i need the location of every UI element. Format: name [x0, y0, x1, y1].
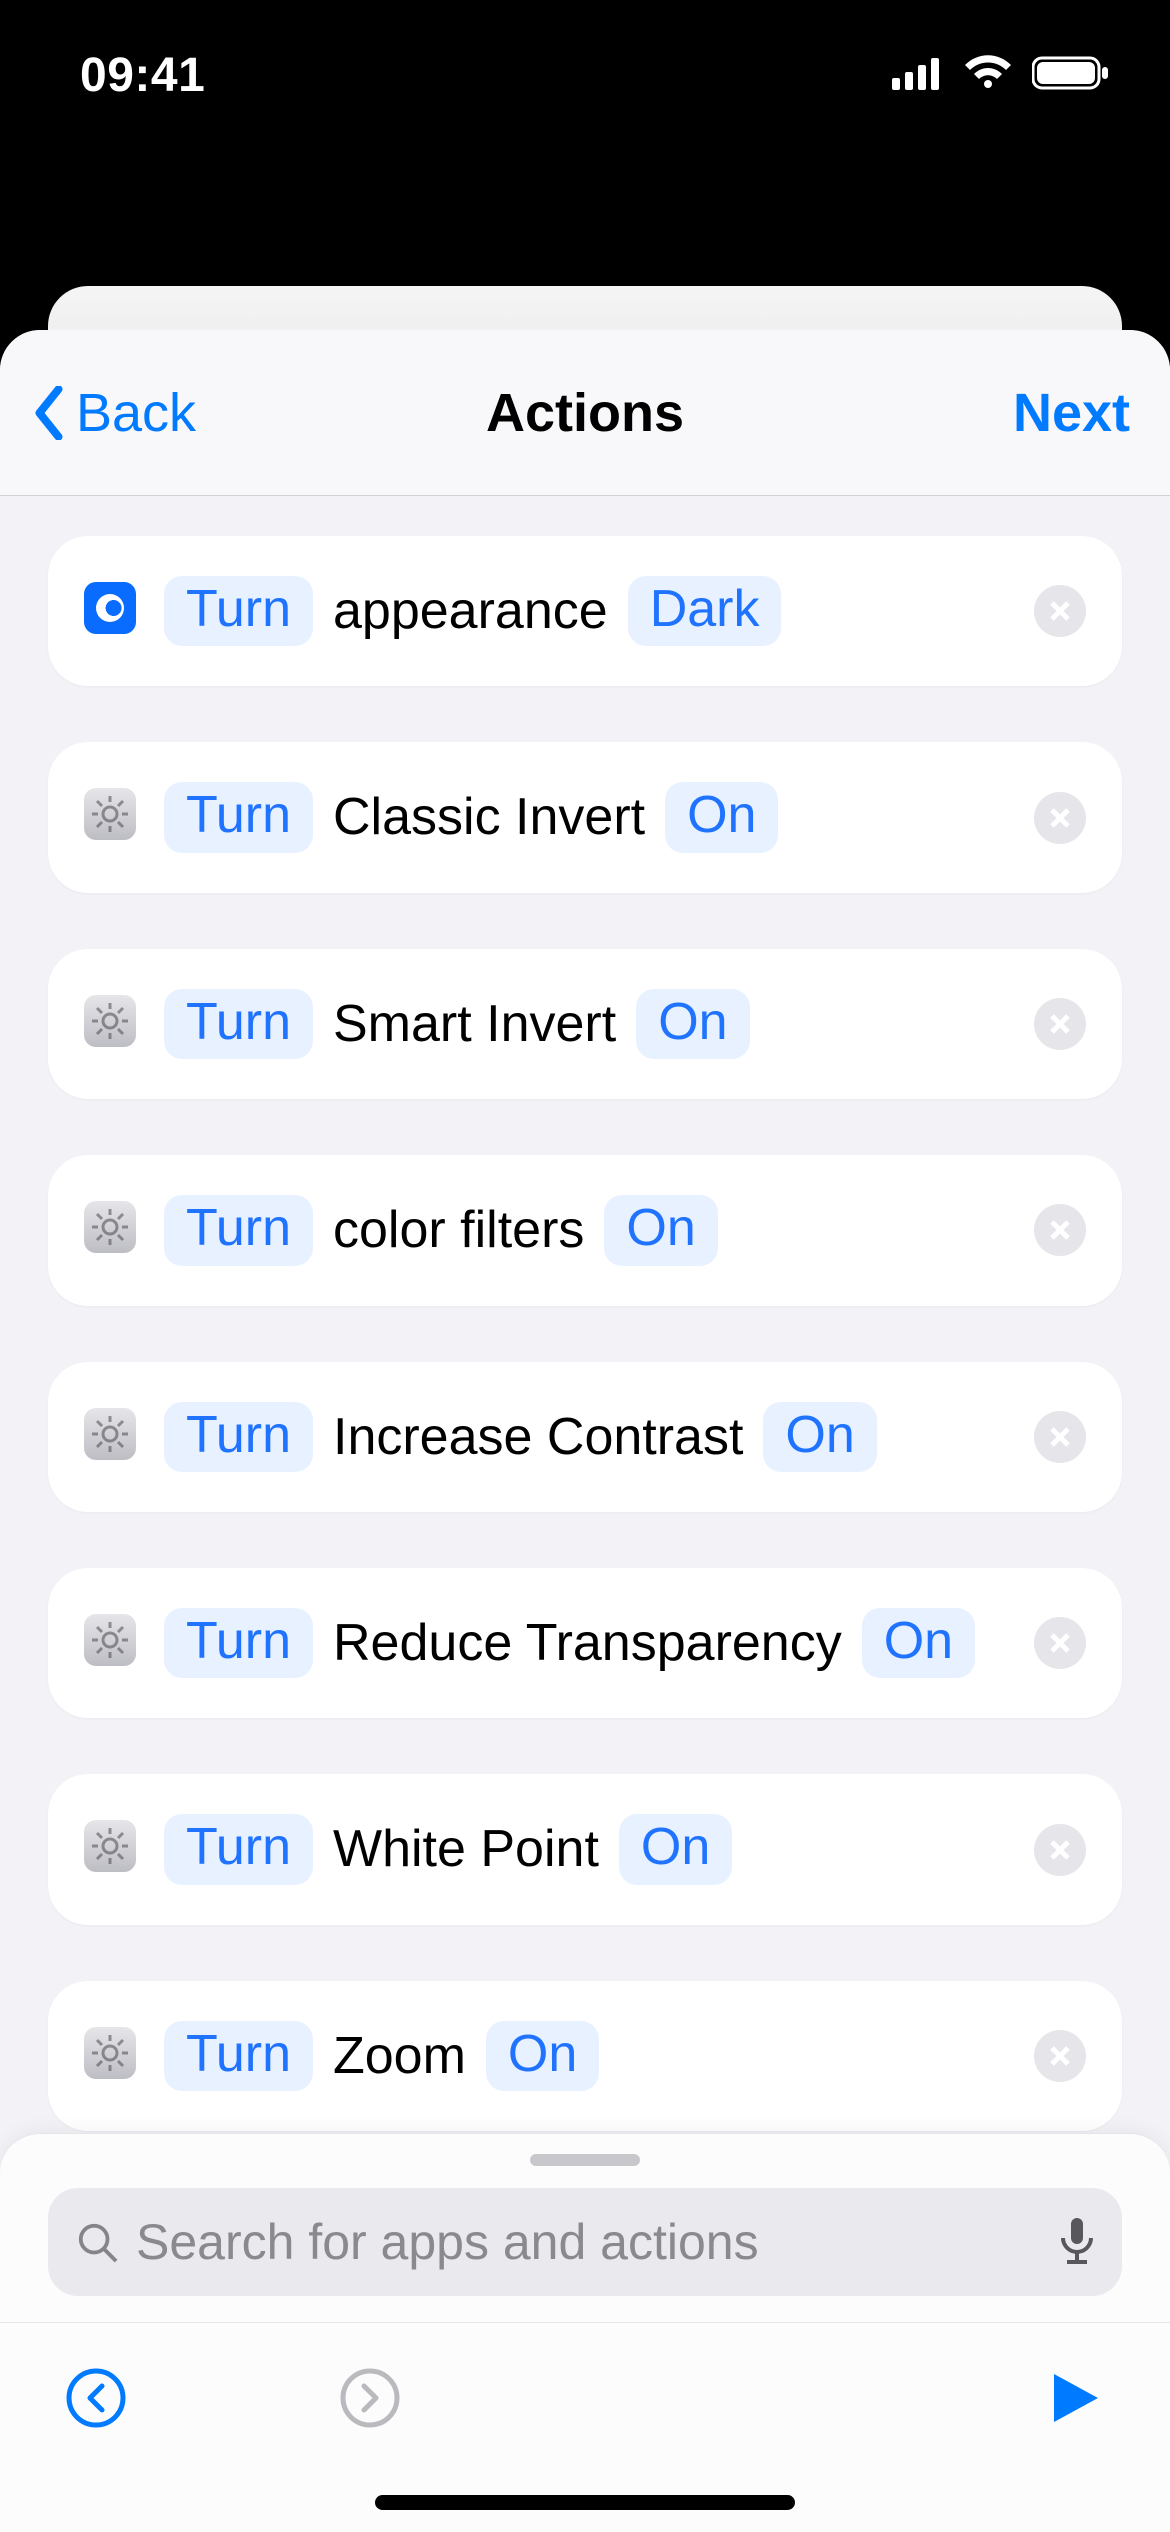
action-state-pill[interactable]: On	[665, 782, 778, 852]
next-label: Next	[1013, 382, 1130, 444]
delete-action-button[interactable]	[1034, 1824, 1086, 1876]
page-title: Actions	[486, 382, 684, 444]
delete-action-button[interactable]	[1034, 1617, 1086, 1669]
back-button[interactable]: Back	[30, 330, 196, 495]
action-verb-pill[interactable]: Turn	[164, 1608, 313, 1678]
delete-action-button[interactable]	[1034, 1411, 1086, 1463]
action-card[interactable]: Turn appearance Dark	[48, 536, 1122, 686]
action-tokens: Turn White Point On	[164, 1814, 1086, 1884]
settings-icon	[84, 1201, 136, 1253]
action-state-pill[interactable]: Dark	[628, 576, 782, 646]
toolbar	[0, 2322, 1170, 2472]
action-state-pill[interactable]: On	[636, 989, 749, 1059]
undo-icon	[65, 2367, 127, 2429]
action-verb-pill[interactable]: Turn	[164, 576, 313, 646]
nav-bar: Back Actions Next	[0, 330, 1170, 496]
action-subject: color filters	[333, 1199, 584, 1261]
search-input[interactable]	[136, 2213, 1042, 2271]
action-tokens: Turn appearance Dark	[164, 576, 1086, 646]
action-verb-pill[interactable]: Turn	[164, 989, 313, 1059]
delete-action-button[interactable]	[1034, 585, 1086, 637]
action-tokens: Turn color filters On	[164, 1195, 1086, 1265]
settings-icon	[84, 1614, 136, 1666]
settings-icon	[84, 995, 136, 1047]
delete-action-button[interactable]	[1034, 2030, 1086, 2082]
status-bar: 09:41	[0, 0, 1170, 150]
redo-icon	[339, 2367, 401, 2429]
action-verb-pill[interactable]: Turn	[164, 1402, 313, 1472]
action-tokens: Turn Increase Contrast On	[164, 1402, 1086, 1472]
search-field[interactable]	[48, 2188, 1122, 2296]
next-button[interactable]: Next	[1013, 330, 1130, 495]
action-verb-pill[interactable]: Turn	[164, 2021, 313, 2091]
action-verb-pill[interactable]: Turn	[164, 1814, 313, 1884]
action-subject: Smart Invert	[333, 993, 616, 1055]
settings-icon	[84, 1408, 136, 1460]
sheet-grabber[interactable]	[530, 2154, 640, 2166]
play-icon	[1046, 2370, 1102, 2426]
action-card[interactable]: Turn Increase Contrast On	[48, 1362, 1122, 1512]
action-state-pill[interactable]: On	[763, 1402, 876, 1472]
action-subject: White Point	[333, 1818, 599, 1880]
action-subject: Reduce Transparency	[333, 1612, 842, 1674]
action-subject: appearance	[333, 580, 608, 642]
action-card[interactable]: Turn color filters On	[48, 1155, 1122, 1305]
action-state-pill[interactable]: On	[619, 1814, 732, 1884]
home-indicator[interactable]	[375, 2495, 795, 2510]
action-state-pill[interactable]: On	[862, 1608, 975, 1678]
bottom-shelf	[0, 2133, 1170, 2532]
action-subject: Zoom	[333, 2025, 466, 2087]
action-verb-pill[interactable]: Turn	[164, 782, 313, 852]
action-card[interactable]: Turn Reduce Transparency On	[48, 1568, 1122, 1718]
action-tokens: Turn Reduce Transparency On	[164, 1608, 1086, 1678]
actions-sheet: Back Actions Next TurnappearanceDarkTurn…	[0, 330, 1170, 2532]
undo-button[interactable]	[64, 2366, 128, 2430]
action-state-pill[interactable]: On	[604, 1195, 717, 1265]
action-subject: Increase Contrast	[333, 1406, 743, 1468]
redo-button[interactable]	[338, 2366, 402, 2430]
appearance-icon	[84, 582, 136, 634]
run-button[interactable]	[1042, 2366, 1106, 2430]
action-tokens: Turn Smart Invert On	[164, 989, 1086, 1059]
action-card[interactable]: Turn White Point On	[48, 1774, 1122, 1924]
battery-icon	[1032, 55, 1110, 96]
status-time: 09:41	[80, 48, 205, 103]
action-tokens: Turn Classic Invert On	[164, 782, 1086, 852]
back-label: Back	[76, 382, 196, 444]
action-state-pill[interactable]: On	[486, 2021, 599, 2091]
delete-action-button[interactable]	[1034, 998, 1086, 1050]
delete-action-button[interactable]	[1034, 792, 1086, 844]
settings-icon	[84, 2027, 136, 2079]
action-card[interactable]: Turn Classic Invert On	[48, 742, 1122, 892]
chevron-left-icon	[30, 386, 68, 440]
mic-icon[interactable]	[1060, 2216, 1094, 2269]
action-card[interactable]: Turn Zoom On	[48, 1981, 1122, 2131]
cellular-icon	[892, 56, 944, 95]
delete-action-button[interactable]	[1034, 1204, 1086, 1256]
action-card[interactable]: Turn Smart Invert On	[48, 949, 1122, 1099]
action-verb-pill[interactable]: Turn	[164, 1195, 313, 1265]
wifi-icon	[962, 54, 1014, 97]
search-icon	[76, 2221, 118, 2263]
status-icons	[892, 54, 1110, 97]
settings-icon	[84, 788, 136, 840]
action-subject: Classic Invert	[333, 786, 645, 848]
action-tokens: Turn Zoom On	[164, 2021, 1086, 2091]
settings-icon	[84, 1820, 136, 1872]
